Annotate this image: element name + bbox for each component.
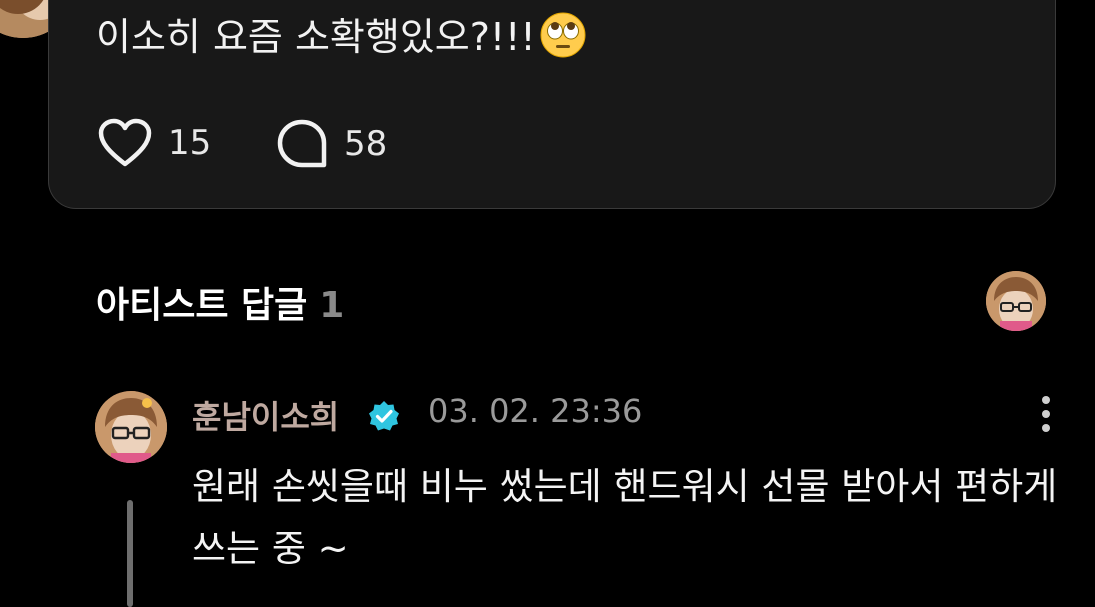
- artist-avatar-small-image: [986, 271, 1046, 331]
- reply-timestamp: 03. 02. 23:36: [428, 392, 643, 430]
- like-button[interactable]: 15: [98, 118, 211, 168]
- verified-badge-icon: [369, 401, 399, 431]
- artist-avatar-image: [95, 391, 167, 463]
- post-text-content: 이소히 요즘 소확행있오?!!!: [96, 15, 536, 59]
- artist-avatar-small[interactable]: [986, 271, 1046, 331]
- artist-reply-heading: 아티스트 답글 1: [96, 276, 344, 328]
- artist-reply-title: 아티스트 답글: [96, 285, 308, 326]
- heart-icon: [98, 118, 152, 167]
- reply-author-name[interactable]: 훈남이소희: [192, 392, 339, 438]
- speech-bubble-icon: [277, 119, 327, 168]
- thread-line: [127, 500, 133, 607]
- reply-text: 원래 손씻을때 비누 썼는데 핸드워시 선물 받아서 편하게 쓰는 중 ~: [192, 465, 1058, 570]
- face-with-rolling-eyes-icon: [540, 12, 586, 58]
- artist-avatar[interactable]: [95, 391, 167, 463]
- more-options-icon[interactable]: [1036, 396, 1056, 436]
- comment-button[interactable]: 58: [276, 118, 387, 170]
- like-count: 15: [168, 123, 212, 163]
- comment-count: 58: [344, 124, 388, 164]
- post-text: 이소히 요즘 소확행있오?!!!: [96, 12, 586, 62]
- artist-reply-count: 1: [319, 285, 345, 326]
